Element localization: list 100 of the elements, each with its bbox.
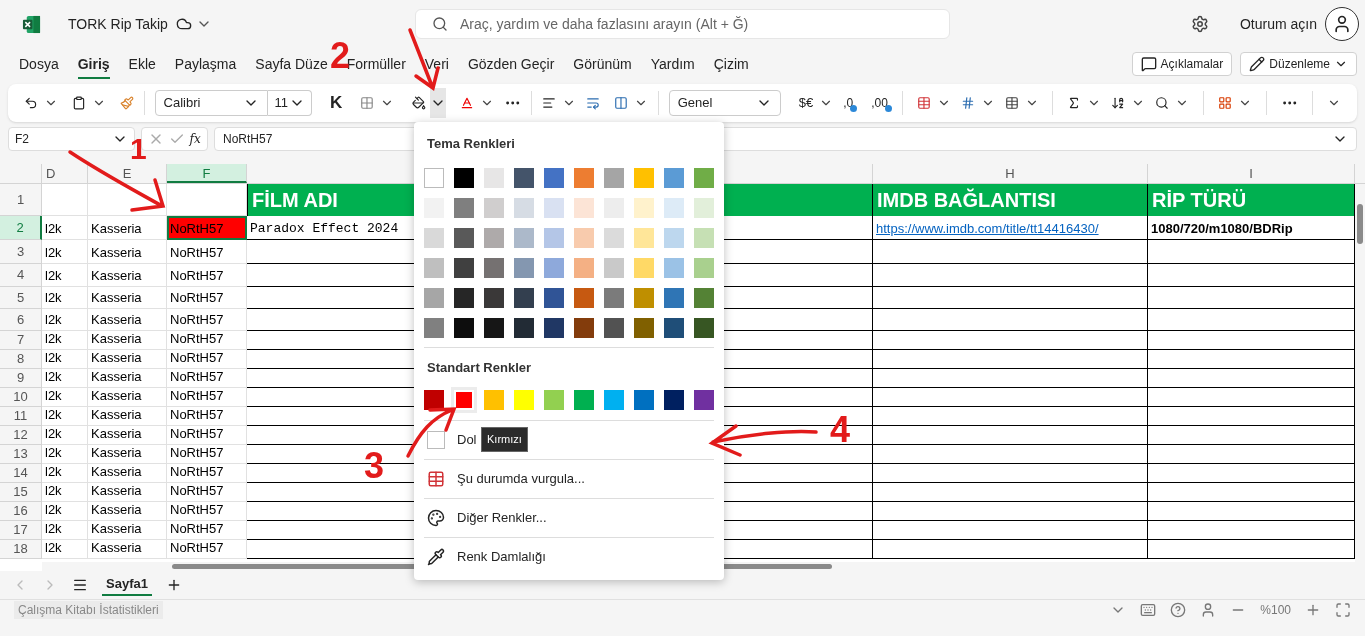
color-swatch[interactable] <box>454 287 474 308</box>
menu-item[interactable]: Diğer Renkler... <box>424 503 547 533</box>
menu-item[interactable]: Şu durumda vurgula... <box>424 464 585 494</box>
color-swatch[interactable] <box>574 197 594 218</box>
menu-tab[interactable]: Yardım <box>650 49 695 79</box>
color-swatch[interactable] <box>424 317 444 338</box>
column-header[interactable]: I <box>1148 164 1355 183</box>
color-swatch[interactable] <box>664 167 684 188</box>
color-swatch[interactable] <box>484 197 504 218</box>
row-header[interactable]: 10 <box>0 388 42 407</box>
row-header[interactable]: 6 <box>0 309 42 331</box>
color-swatch[interactable] <box>544 197 564 218</box>
color-swatch[interactable] <box>634 167 654 188</box>
color-swatch[interactable] <box>514 390 534 410</box>
color-swatch[interactable] <box>544 167 564 188</box>
color-swatch[interactable] <box>634 287 654 308</box>
font-color-icon[interactable] <box>460 95 474 111</box>
menu-tab[interactable]: Ekle <box>128 49 156 79</box>
row-header[interactable]: 12 <box>0 426 42 445</box>
cloud-status-icon[interactable] <box>175 16 192 32</box>
conditional-format-icon[interactable] <box>916 95 931 111</box>
color-swatch[interactable] <box>694 227 714 248</box>
search-icon[interactable] <box>1155 95 1170 111</box>
column-header[interactable]: D <box>42 164 88 183</box>
menu-tab[interactable]: Sayfa Düze <box>255 49 328 79</box>
color-swatch[interactable] <box>424 390 444 410</box>
row-header[interactable]: 7 <box>0 331 42 350</box>
color-swatch[interactable] <box>694 317 714 338</box>
color-swatch[interactable] <box>694 197 714 218</box>
color-swatch[interactable] <box>604 227 624 248</box>
row-header[interactable]: 11 <box>0 407 42 426</box>
color-swatch[interactable] <box>664 317 684 338</box>
column-header[interactable]: F <box>167 164 247 183</box>
color-swatch[interactable] <box>514 197 534 218</box>
color-swatch[interactable] <box>454 167 474 188</box>
avatar[interactable] <box>1325 7 1359 41</box>
color-swatch[interactable] <box>544 257 564 278</box>
bold-button[interactable]: K <box>329 90 343 116</box>
sheet-tab[interactable]: Sayfa1 <box>102 574 152 596</box>
menu-item[interactable]: Dol <box>424 425 477 455</box>
color-swatch[interactable] <box>484 317 504 338</box>
color-swatch[interactable] <box>634 317 654 338</box>
help-icon[interactable] <box>1170 602 1187 618</box>
color-swatch[interactable] <box>484 227 504 248</box>
color-swatch[interactable] <box>664 197 684 218</box>
row-header[interactable]: 16 <box>0 502 42 521</box>
all-sheets-icon[interactable] <box>72 577 88 593</box>
color-swatch[interactable] <box>664 257 684 278</box>
color-swatch[interactable] <box>574 390 594 410</box>
color-swatch[interactable] <box>424 227 444 248</box>
menu-tab[interactable]: Paylaşma <box>174 49 237 79</box>
zoom-in-icon[interactable] <box>1305 602 1321 618</box>
color-swatch[interactable] <box>424 287 444 308</box>
menu-tab[interactable]: Çizim <box>713 49 749 79</box>
align-icon[interactable] <box>542 95 557 111</box>
color-swatch[interactable] <box>664 390 684 410</box>
color-swatch[interactable] <box>424 257 444 278</box>
color-swatch[interactable] <box>694 390 714 410</box>
add-ins-icon[interactable] <box>1217 95 1232 111</box>
sort-filter-icon[interactable] <box>1111 95 1126 111</box>
row-header[interactable]: 14 <box>0 464 42 483</box>
row-header[interactable]: 15 <box>0 483 42 502</box>
undo-icon[interactable] <box>24 95 38 111</box>
row-header[interactable]: 5 <box>0 287 42 309</box>
color-swatch[interactable] <box>604 167 624 188</box>
search-field[interactable]: Araç, yardım ve daha fazlasını arayın (Alt + Ğ) <box>415 9 950 39</box>
color-swatch[interactable] <box>634 257 654 278</box>
comments-button[interactable]: Açıklamalar <box>1131 52 1233 76</box>
color-swatch[interactable] <box>514 317 534 338</box>
row-header[interactable]: 3 <box>0 240 42 264</box>
color-swatch[interactable] <box>634 227 654 248</box>
menu-tab[interactable]: Giriş <box>77 49 110 79</box>
color-swatch[interactable] <box>514 167 534 188</box>
color-swatch[interactable] <box>604 257 624 278</box>
format-painter-icon[interactable] <box>119 95 134 111</box>
color-swatch[interactable] <box>664 287 684 308</box>
menu-tab[interactable]: Dosya <box>19 49 59 79</box>
color-swatch[interactable] <box>454 197 474 218</box>
font-name-select[interactable]: Calibri <box>154 90 269 116</box>
row-header[interactable]: 17 <box>0 521 42 540</box>
color-swatch[interactable] <box>694 167 714 188</box>
color-swatch[interactable] <box>544 287 564 308</box>
row-header[interactable]: 18 <box>0 540 42 559</box>
color-swatch[interactable] <box>694 287 714 308</box>
color-swatch[interactable] <box>424 167 444 188</box>
wrap-text-icon[interactable] <box>586 95 600 111</box>
color-swatch[interactable] <box>514 287 534 308</box>
color-swatch[interactable] <box>604 287 624 308</box>
decrease-decimal-button[interactable]: ,0 <box>843 94 854 112</box>
row-header[interactable]: 1 <box>0 184 42 216</box>
column-header[interactable]: H <box>873 164 1148 183</box>
fullscreen-icon[interactable] <box>1335 602 1351 618</box>
fill-color-dropdown[interactable] <box>430 88 446 118</box>
font-size-select[interactable]: 11 <box>268 90 312 116</box>
color-swatch[interactable] <box>484 390 504 410</box>
color-swatch[interactable] <box>454 257 474 278</box>
settings-icon[interactable] <box>1190 15 1209 33</box>
color-swatch[interactable] <box>574 317 594 338</box>
menu-tab[interactable]: Gözden Geçir <box>467 49 555 79</box>
color-swatch[interactable] <box>634 197 654 218</box>
